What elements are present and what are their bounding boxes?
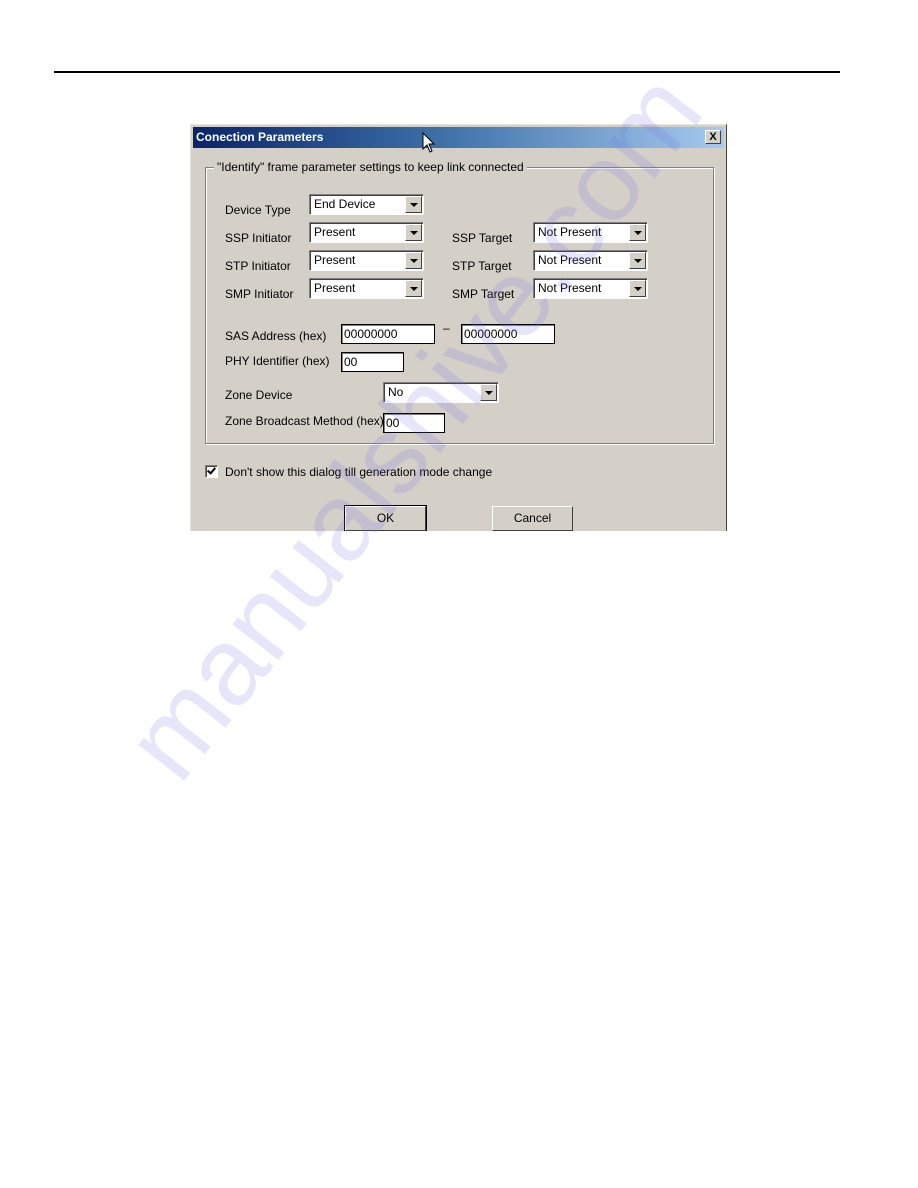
stp-initiator-select[interactable]: Present bbox=[309, 250, 424, 271]
chevron-down-icon[interactable] bbox=[629, 280, 646, 297]
zone-broadcast-label: Zone Broadcast Method (hex) bbox=[225, 414, 384, 428]
smp-target-select[interactable]: Not Present bbox=[533, 278, 648, 299]
smp-target-value: Not Present bbox=[538, 281, 602, 295]
sas-address-low-input[interactable]: 00000000 bbox=[461, 324, 555, 344]
ssp-target-value: Not Present bbox=[538, 225, 602, 239]
sas-address-label: SAS Address (hex) bbox=[225, 329, 327, 343]
connection-parameters-dialog: Conection Parameters X "Identify" frame … bbox=[190, 124, 727, 531]
dialog-title: Conection Parameters bbox=[196, 130, 324, 144]
ok-button[interactable]: OK bbox=[344, 505, 427, 531]
stp-target-select[interactable]: Not Present bbox=[533, 250, 648, 271]
zone-broadcast-input[interactable]: 00 bbox=[383, 413, 445, 433]
device-type-label: Device Type bbox=[225, 203, 291, 217]
group-label: "Identify" frame parameter settings to k… bbox=[214, 160, 527, 174]
ssp-initiator-value: Present bbox=[314, 225, 356, 239]
sas-address-separator: – bbox=[443, 321, 450, 335]
ssp-target-select[interactable]: Not Present bbox=[533, 222, 648, 243]
zone-device-select[interactable]: No bbox=[383, 382, 499, 403]
smp-initiator-label: SMP Initiator bbox=[225, 287, 294, 301]
chevron-down-icon[interactable] bbox=[405, 252, 422, 269]
smp-initiator-select[interactable]: Present bbox=[309, 278, 424, 299]
dont-show-checkbox[interactable] bbox=[205, 465, 218, 478]
chevron-down-icon[interactable] bbox=[405, 224, 422, 241]
phy-identifier-label: PHY Identifier (hex) bbox=[225, 354, 330, 368]
chevron-down-icon[interactable] bbox=[629, 252, 646, 269]
stp-target-label: STP Target bbox=[452, 259, 512, 273]
chevron-down-icon[interactable] bbox=[480, 384, 497, 401]
smp-initiator-value: Present bbox=[314, 281, 356, 295]
title-bar[interactable]: Conection Parameters X bbox=[193, 127, 724, 148]
close-button[interactable]: X bbox=[705, 130, 721, 144]
stp-target-value: Not Present bbox=[538, 253, 602, 267]
ssp-initiator-select[interactable]: Present bbox=[309, 222, 424, 243]
chevron-down-icon[interactable] bbox=[405, 196, 422, 213]
sas-address-high-input[interactable]: 00000000 bbox=[341, 324, 435, 344]
device-type-select[interactable]: End Device bbox=[309, 194, 424, 215]
ssp-target-label: SSP Target bbox=[452, 231, 513, 245]
zone-device-value: No bbox=[388, 385, 404, 399]
chevron-down-icon[interactable] bbox=[629, 224, 646, 241]
zone-device-label: Zone Device bbox=[225, 388, 293, 402]
mouse-cursor-icon bbox=[422, 132, 436, 153]
cancel-button[interactable]: Cancel bbox=[492, 506, 573, 531]
dont-show-label[interactable]: Don't show this dialog till generation m… bbox=[225, 465, 492, 479]
page-header-rule bbox=[54, 71, 840, 73]
stp-initiator-label: STP Initiator bbox=[225, 259, 291, 273]
chevron-down-icon[interactable] bbox=[405, 280, 422, 297]
device-type-value: End Device bbox=[314, 197, 376, 211]
stp-initiator-value: Present bbox=[314, 253, 356, 267]
ssp-initiator-label: SSP Initiator bbox=[225, 231, 292, 245]
smp-target-label: SMP Target bbox=[452, 287, 515, 301]
phy-identifier-input[interactable]: 00 bbox=[341, 352, 404, 372]
